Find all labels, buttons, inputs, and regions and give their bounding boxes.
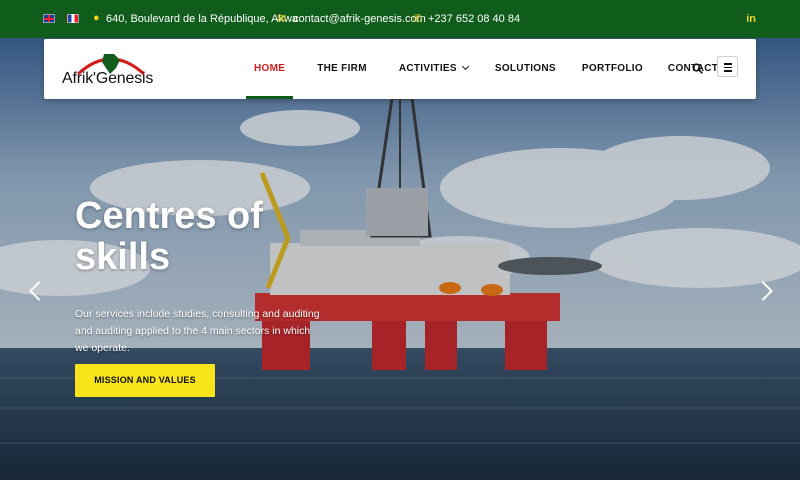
hero-description: Our services include studies, consulting…	[75, 308, 320, 354]
chevron-left-icon[interactable]	[28, 280, 42, 302]
hamburger-icon-line	[724, 66, 732, 68]
nav-home-label: HOME	[254, 63, 286, 74]
nav-solutions-label: SOLUTIONS	[494, 63, 556, 74]
envelope-icon: ✉	[277, 13, 287, 25]
address-text: 640, Boulevard de la République, Akwa	[106, 13, 299, 25]
hamburger-menu-button[interactable]	[717, 56, 738, 77]
linkedin-icon[interactable]: in	[746, 13, 756, 25]
logo-text: Afrik'Genesis	[62, 70, 154, 87]
nav-activities[interactable]: ACTIVITIES	[398, 39, 469, 99]
phone-link[interactable]: +237 652 08 40 84	[428, 13, 520, 25]
email-link[interactable]: contact@afrik-genesis.com	[293, 13, 426, 25]
hamburger-icon	[724, 63, 732, 65]
chevron-right-icon[interactable]	[758, 280, 772, 302]
chevron-down-icon	[461, 62, 469, 71]
site-logo[interactable]: Afrik'Genesis	[62, 48, 162, 92]
phone-icon: ✆	[413, 13, 423, 25]
search-icon[interactable]	[692, 63, 703, 74]
nav-the-firm[interactable]: THE FIRM	[317, 39, 367, 99]
nav-activities-label: ACTIVITIES	[398, 63, 457, 74]
location-pin-icon: ●	[93, 12, 100, 24]
top-bar: ● 640, Boulevard de la République, Akwa …	[0, 0, 800, 38]
hero-title: Centres of skills	[75, 195, 263, 278]
hamburger-icon-line	[724, 70, 732, 72]
nav-portfolio[interactable]: PORTFOLIO	[582, 39, 643, 99]
france-flag-icon[interactable]	[67, 14, 79, 23]
mission-and-values-button[interactable]: MISSION AND VALUES	[75, 364, 215, 397]
nav-home[interactable]: HOME	[245, 39, 294, 99]
nav-solutions[interactable]: SOLUTIONS	[495, 39, 556, 99]
uk-flag-icon[interactable]	[43, 14, 55, 23]
nav-menu: HOME THE FIRM ACTIVITIES SOLUTIONS PORTF…	[245, 39, 718, 99]
nav-the-firm-label: THE FIRM	[317, 63, 367, 74]
nav-portfolio-label: PORTFOLIO	[581, 63, 643, 74]
main-navbar: Afrik'Genesis HOME THE FIRM ACTIVITIES S…	[44, 39, 756, 99]
